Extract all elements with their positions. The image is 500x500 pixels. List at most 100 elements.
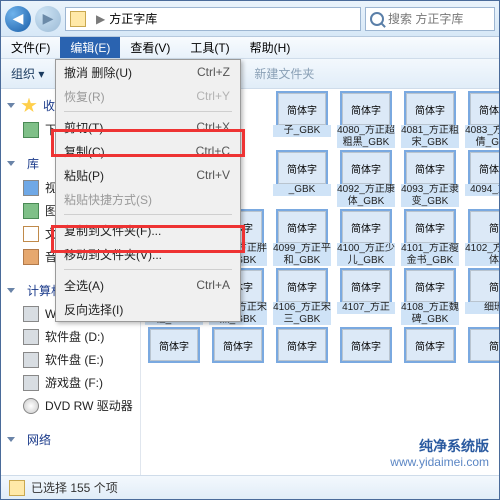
file-item[interactable]: 简体字4106_方正宋三_GBK [273, 270, 331, 325]
address-bar[interactable]: ▶ 方正字库 [65, 7, 361, 31]
drive-icon [23, 329, 39, 345]
file-name: 4106_方正宋三_GBK [273, 302, 331, 325]
download-icon [23, 122, 39, 138]
sidebar-item-soft-d[interactable]: 软件盘 (D:) [1, 325, 140, 348]
menu-help[interactable]: 帮助(H) [240, 37, 301, 58]
file-item[interactable]: 简体字 [337, 329, 395, 361]
file-item[interactable]: 简体字4080_方正超粗黑_GBK [337, 93, 395, 148]
search-icon [370, 12, 384, 26]
file-name: 4102_方正舒体 [465, 243, 499, 266]
file-name: 4092_方正康体_GBK [337, 184, 395, 207]
file-name: 子_GBK [273, 125, 331, 137]
search-input[interactable]: 搜索 方正字库 [365, 7, 495, 31]
file-name: 4093_方正隶变_GBK [401, 184, 459, 207]
file-item[interactable]: 简体字4093_方正隶变_GBK [401, 152, 459, 207]
file-item[interactable]: 简体字4094_方正 [465, 152, 499, 207]
file-name: 细珊 [465, 302, 499, 314]
drive-icon [23, 306, 39, 322]
menu-move-to-folder[interactable]: 移动到文件夹(V)... [56, 242, 240, 266]
file-thumbnail: 简体字 [278, 211, 326, 243]
file-thumbnail: 简体字 [406, 270, 454, 302]
menu-invert-selection[interactable]: 反向选择(I) [56, 297, 240, 321]
menu-cut[interactable]: 剪切(T)Ctrl+X [56, 115, 240, 139]
edit-menu-dropdown: 撤消 删除(U)Ctrl+Z 恢复(R)Ctrl+Y 剪切(T)Ctrl+X 复… [55, 59, 241, 322]
file-name: 4081_方正粗宋_GBK [401, 125, 459, 148]
menu-edit[interactable]: 编辑(E) [60, 37, 120, 58]
file-thumbnail: 简体字 [278, 93, 326, 125]
file-item[interactable]: 简4102_方正舒体 [465, 211, 499, 266]
menu-separator [64, 214, 232, 215]
sidebar-network-header[interactable]: 网络 [1, 427, 140, 452]
file-name: 4108_方正魏碑_GBK [401, 302, 459, 325]
sidebar-item-label: DVD RW 驱动器 [45, 397, 133, 414]
menu-copy[interactable]: 复制(C)Ctrl+C [56, 139, 240, 163]
sidebar-item-dvd[interactable]: DVD RW 驱动器 [1, 394, 140, 417]
sidebar-item-label: 软件盘 (E:) [45, 351, 104, 368]
file-item[interactable]: 简体字4092_方正康体_GBK [337, 152, 395, 207]
sidebar-item-game-f[interactable]: 游戏盘 (F:) [1, 371, 140, 394]
file-thumbnail: 简体字 [406, 152, 454, 184]
status-bar: 已选择 155 个项 [1, 475, 499, 499]
file-item[interactable]: 简细珊 [465, 270, 499, 325]
file-item[interactable]: 简体字4083_方正粗倩_GBK [465, 93, 499, 148]
file-thumbnail: 简体字 [406, 211, 454, 243]
nav-forward-button[interactable]: ▶ [35, 6, 61, 32]
file-item[interactable]: 简体字4100_方正少儿_GBK [337, 211, 395, 266]
menu-tools[interactable]: 工具(T) [180, 37, 239, 58]
menu-paste[interactable]: 粘贴(P)Ctrl+V [56, 163, 240, 187]
file-item[interactable]: 简体字4099_方正平和_GBK [273, 211, 331, 266]
file-thumbnail: 简体字 [342, 329, 390, 361]
explorer-window: ◀ ▶ ▶ 方正字库 搜索 方正字库 文件(F) 编辑(E) 查看(V) 工具(… [0, 0, 500, 500]
file-thumbnail: 简体字 [406, 93, 454, 125]
file-thumbnail: 简 [470, 329, 499, 361]
watermark: 纯净系统版 www.yidaimei.com [386, 436, 493, 471]
star-icon [21, 98, 37, 114]
file-item[interactable]: 简体字4107_方正 [337, 270, 395, 325]
file-item[interactable]: 简体字 [209, 329, 267, 361]
drive-icon [23, 352, 39, 368]
sidebar-item-soft-e[interactable]: 软件盘 (E:) [1, 348, 140, 371]
nav-back-button[interactable]: ◀ [5, 6, 31, 32]
file-item[interactable]: 简体字 [401, 329, 459, 361]
new-folder-button[interactable]: 新建文件夹 [244, 65, 324, 82]
file-item[interactable]: 简体字4081_方正粗宋_GBK [401, 93, 459, 148]
file-thumbnail: 简 [470, 270, 499, 302]
drive-icon [23, 375, 39, 391]
sidebar-item-label: 库 [27, 155, 39, 172]
video-icon [23, 180, 39, 196]
file-name: 4107_方正 [337, 302, 395, 314]
file-item[interactable]: 简体字 [145, 329, 203, 361]
file-thumbnail: 简体字 [214, 329, 262, 361]
breadcrumb-separator: ▶ [96, 12, 105, 26]
folder-icon [70, 11, 86, 27]
menu-view[interactable]: 查看(V) [120, 37, 180, 58]
dvd-icon [23, 398, 39, 414]
file-item[interactable]: 简 [465, 329, 499, 361]
document-icon [23, 226, 39, 242]
file-thumbnail: 简体字 [470, 93, 499, 125]
menu-select-all[interactable]: 全选(A)Ctrl+A [56, 273, 240, 297]
titlebar: ◀ ▶ ▶ 方正字库 搜索 方正字库 [1, 1, 499, 37]
file-name: 4094_方正 [465, 184, 499, 196]
menu-copy-to-folder[interactable]: 复制到文件夹(F)... [56, 218, 240, 242]
menu-undo[interactable]: 撤消 删除(U)Ctrl+Z [56, 60, 240, 84]
file-thumbnail: 简体字 [342, 270, 390, 302]
file-thumbnail: 简体字 [342, 93, 390, 125]
menu-file[interactable]: 文件(F) [1, 37, 60, 58]
file-item[interactable]: 简体字子_GBK [273, 93, 331, 148]
file-item[interactable]: 简体字4108_方正魏碑_GBK [401, 270, 459, 325]
search-placeholder: 搜索 方正字库 [388, 10, 463, 27]
file-item[interactable]: 简体字 [273, 329, 331, 361]
file-item[interactable]: 简体字_GBK [273, 152, 331, 207]
file-name: 4083_方正粗倩_GBK [465, 125, 499, 148]
file-thumbnail: 简体字 [278, 152, 326, 184]
file-name: 4099_方正平和_GBK [273, 243, 331, 266]
breadcrumb-current[interactable]: 方正字库 [109, 10, 157, 27]
menu-separator [64, 111, 232, 112]
sidebar-item-label: 网络 [27, 431, 51, 448]
file-item[interactable]: 简体字4101_方正瘦金书_GBK [401, 211, 459, 266]
chevron-down-icon [7, 437, 15, 442]
menu-paste-shortcut: 粘贴快捷方式(S) [56, 187, 240, 211]
organize-button[interactable]: 组织 ▾ [1, 65, 54, 82]
folder-icon [9, 480, 25, 496]
